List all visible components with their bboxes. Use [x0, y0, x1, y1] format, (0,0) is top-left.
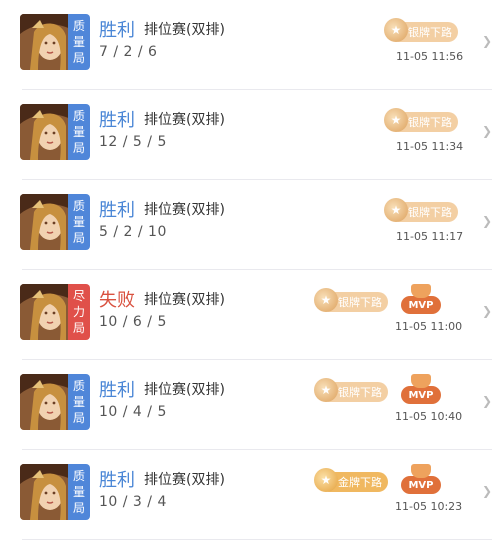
mvp-badge: MVP: [401, 464, 441, 494]
tag-char: 量: [72, 485, 85, 499]
match-time: 11-05 10:23: [395, 500, 463, 513]
chevron-right-icon[interactable]: ❯: [482, 214, 492, 228]
game-quality-tag: 质 量 局: [68, 14, 90, 70]
tag-char: 力: [72, 305, 85, 319]
match-time: 11-05 11:17: [396, 230, 464, 243]
game-mode: 排位赛(双排): [144, 292, 225, 308]
trophy-icon: [411, 284, 431, 298]
tag-char: 局: [72, 51, 85, 65]
match-row[interactable]: 尽 力 局 失败 排位赛(双排) 10 / 6 / 5 ★ 银牌下路 MVP 1…: [0, 270, 500, 360]
match-row[interactable]: 质 量 局 胜利 排位赛(双排) 12 / 5 / 5 ★ 银牌下路 11-05…: [0, 90, 500, 180]
game-quality-tag: 质 量 局: [68, 464, 90, 520]
kda-score: 12 / 5 / 5: [99, 134, 167, 150]
match-result: 失败: [99, 290, 135, 311]
medal-icon: ★: [314, 468, 338, 492]
kda-score: 10 / 6 / 5: [99, 314, 167, 330]
lane-rank-badge: ★ 银牌下路: [314, 288, 388, 312]
chevron-right-icon[interactable]: ❯: [482, 34, 492, 48]
tag-char: 量: [72, 215, 85, 229]
kda-score: 10 / 4 / 5: [99, 404, 167, 420]
badge-label: 银牌下路: [408, 206, 452, 219]
tag-char: 局: [72, 231, 85, 245]
chevron-right-icon[interactable]: ❯: [482, 124, 492, 138]
tag-char: 量: [72, 395, 85, 409]
match-time: 11-05 11:56: [396, 50, 464, 63]
trophy-icon: [411, 464, 431, 478]
tag-char: 局: [72, 321, 85, 335]
mvp-label: MVP: [408, 389, 434, 401]
match-result: 胜利: [99, 470, 135, 491]
medal-icon: ★: [384, 18, 408, 42]
mvp-badge: MVP: [401, 284, 441, 314]
game-mode: 排位赛(双排): [144, 112, 225, 128]
kda-score: 7 / 2 / 6: [99, 44, 158, 60]
badge-label: 金牌下路: [338, 476, 382, 489]
lane-rank-badge: ★ 银牌下路: [384, 198, 458, 222]
tag-char: 质: [72, 379, 85, 393]
mvp-label: MVP: [408, 479, 434, 491]
game-quality-tag: 质 量 局: [68, 104, 90, 160]
tag-char: 质: [72, 19, 85, 33]
kda-score: 5 / 2 / 10: [99, 224, 167, 240]
trophy-icon: [411, 374, 431, 388]
game-mode: 排位赛(双排): [144, 22, 225, 38]
match-result: 胜利: [99, 110, 135, 131]
tag-char: 质: [72, 199, 85, 213]
chevron-right-icon[interactable]: ❯: [482, 484, 492, 498]
mvp-badge: MVP: [401, 374, 441, 404]
lane-rank-badge: ★ 金牌下路: [314, 468, 388, 492]
match-row[interactable]: 质 量 局 胜利 排位赛(双排) 10 / 3 / 4 ★ 金牌下路 MVP 1…: [0, 450, 500, 540]
tag-char: 局: [72, 141, 85, 155]
mvp-label: MVP: [408, 299, 434, 311]
badge-label: 银牌下路: [338, 296, 382, 309]
game-mode: 排位赛(双排): [144, 202, 225, 218]
badge-label: 银牌下路: [408, 26, 452, 39]
match-result: 胜利: [99, 200, 135, 221]
match-time: 11-05 11:00: [395, 320, 463, 333]
game-mode: 排位赛(双排): [144, 382, 225, 398]
medal-icon: ★: [314, 378, 338, 402]
medal-icon: ★: [384, 198, 408, 222]
medal-icon: ★: [314, 288, 338, 312]
badge-label: 银牌下路: [408, 116, 452, 129]
tag-char: 局: [72, 411, 85, 425]
tag-char: 尽: [72, 289, 85, 303]
game-quality-tag: 尽 力 局: [68, 284, 90, 340]
tag-char: 质: [72, 469, 85, 483]
tag-char: 量: [72, 125, 85, 139]
match-row[interactable]: 质 量 局 胜利 排位赛(双排) 10 / 4 / 5 ★ 银牌下路 MVP 1…: [0, 360, 500, 450]
kda-score: 10 / 3 / 4: [99, 494, 167, 510]
match-row[interactable]: 质 量 局 胜利 排位赛(双排) 7 / 2 / 6 ★ 银牌下路 11-05 …: [0, 0, 500, 90]
lane-rank-badge: ★ 银牌下路: [384, 108, 458, 132]
badge-label: 银牌下路: [338, 386, 382, 399]
game-quality-tag: 质 量 局: [68, 194, 90, 250]
tag-char: 质: [72, 109, 85, 123]
match-row[interactable]: 质 量 局 胜利 排位赛(双排) 5 / 2 / 10 ★ 银牌下路 11-05…: [0, 180, 500, 270]
match-time: 11-05 10:40: [395, 410, 463, 423]
match-result: 胜利: [99, 20, 135, 41]
tag-char: 量: [72, 35, 85, 49]
game-quality-tag: 质 量 局: [68, 374, 90, 430]
lane-rank-badge: ★ 银牌下路: [384, 18, 458, 42]
game-mode: 排位赛(双排): [144, 472, 225, 488]
match-history-list: 质 量 局 胜利 排位赛(双排) 7 / 2 / 6 ★ 银牌下路 11-05 …: [0, 0, 500, 540]
chevron-right-icon[interactable]: ❯: [482, 304, 492, 318]
chevron-right-icon[interactable]: ❯: [482, 394, 492, 408]
tag-char: 局: [72, 501, 85, 515]
medal-icon: ★: [384, 108, 408, 132]
match-result: 胜利: [99, 380, 135, 401]
lane-rank-badge: ★ 银牌下路: [314, 378, 388, 402]
match-time: 11-05 11:34: [396, 140, 464, 153]
